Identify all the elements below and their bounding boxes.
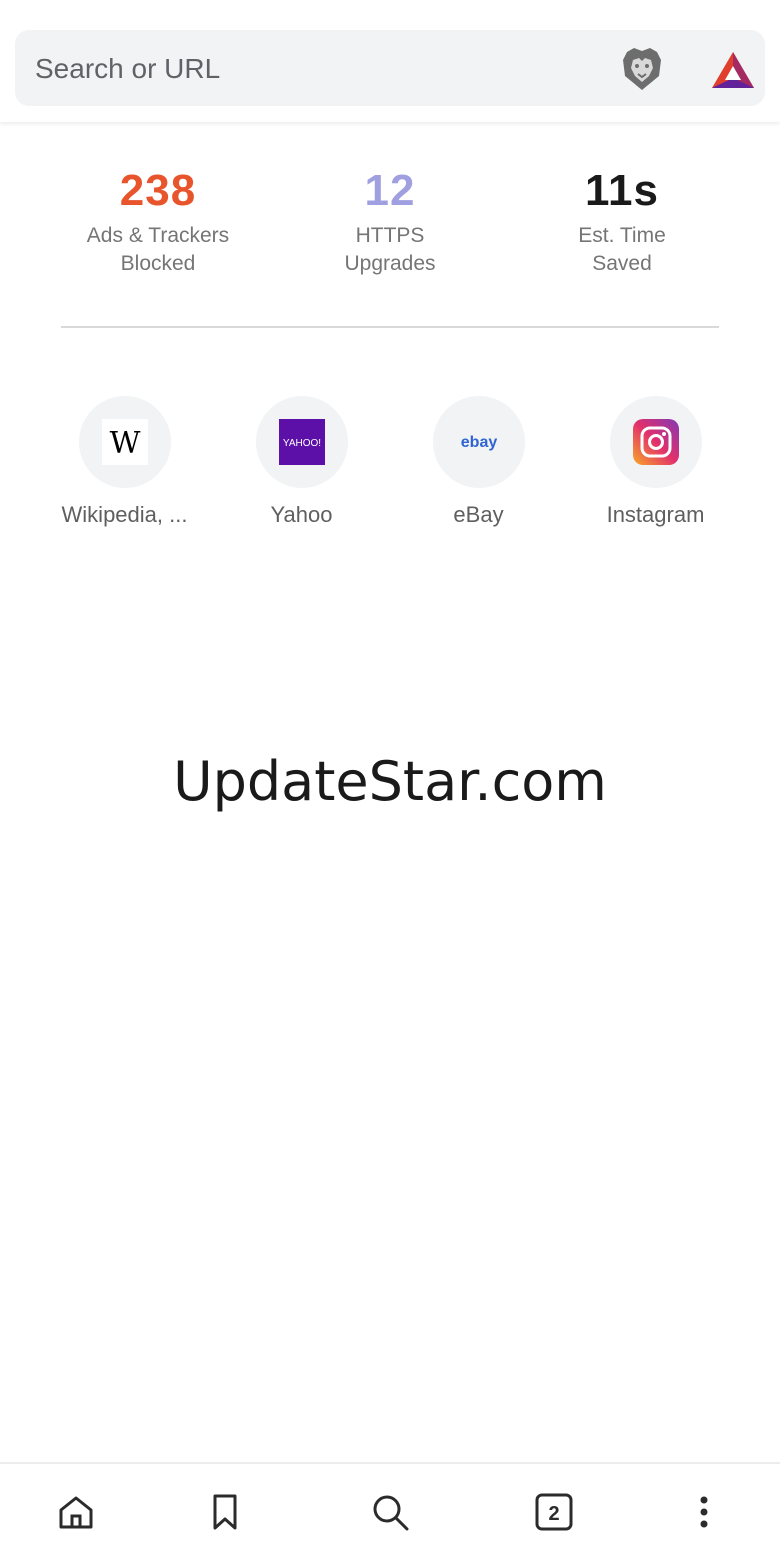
home-icon[interactable] — [54, 1490, 98, 1534]
yahoo-logo-text: YAHOO! — [282, 438, 320, 449]
top-site-yahoo[interactable]: YAHOO! Yahoo — [213, 396, 390, 528]
brave-shields-icon[interactable] — [619, 46, 665, 92]
stat-label-line2: Saved — [592, 252, 652, 275]
top-toolbar: Search or URL — [0, 0, 780, 122]
stat-value: 238 — [119, 166, 197, 215]
stat-label-line2: Upgrades — [344, 252, 436, 275]
stat-label-line2: Blocked — [120, 252, 196, 275]
bottom-toolbar: 2 — [0, 1462, 780, 1560]
ebay-logo-text: ebay — [460, 434, 497, 451]
divider — [61, 326, 719, 328]
tabs-icon[interactable]: 2 — [532, 1490, 576, 1534]
stat-ads-blocked: 238 Ads & Trackers Blocked — [42, 160, 274, 278]
search-icon[interactable] — [368, 1490, 412, 1534]
top-site-label: eBay — [453, 502, 504, 527]
privacy-stats: 238 Ads & Trackers Blocked 12 HTTPS Upgr… — [0, 160, 780, 300]
wikipedia-logo-text: W — [109, 426, 140, 461]
stat-label-line1: Ads & Trackers — [86, 224, 230, 247]
top-site-label: Instagram — [606, 502, 705, 527]
top-site-ebay[interactable]: ebay eBay — [390, 396, 567, 528]
stat-label-line1: Est. Time — [578, 224, 666, 247]
stat-label-line1: HTTPS — [355, 224, 425, 247]
ebay-icon: ebay — [432, 396, 525, 488]
top-site-wikipedia[interactable]: W Wikipedia, ... — [36, 396, 213, 528]
url-bar[interactable]: Search or URL — [15, 30, 765, 106]
instagram-icon — [609, 396, 702, 488]
stat-value: 12 — [364, 166, 416, 215]
top-site-label: Wikipedia, ... — [61, 502, 188, 527]
bookmark-icon[interactable] — [203, 1490, 247, 1534]
search-input[interactable]: Search or URL — [35, 30, 220, 106]
tabs-count: 2 — [548, 1503, 559, 1525]
wikipedia-icon: W — [78, 396, 171, 488]
stat-value: 11s — [585, 166, 659, 215]
stat-https-upgrades: 12 HTTPS Upgrades — [274, 160, 506, 278]
bat-rewards-icon[interactable] — [710, 48, 756, 94]
more-menu-icon[interactable] — [682, 1490, 726, 1534]
stat-time-saved: 11s Est. Time Saved — [506, 160, 738, 278]
watermark-text: UpdateStar.com — [173, 750, 607, 813]
yahoo-icon: YAHOO! — [255, 396, 348, 488]
top-site-label: Yahoo — [270, 502, 333, 527]
top-site-instagram[interactable]: Instagram — [567, 396, 744, 528]
